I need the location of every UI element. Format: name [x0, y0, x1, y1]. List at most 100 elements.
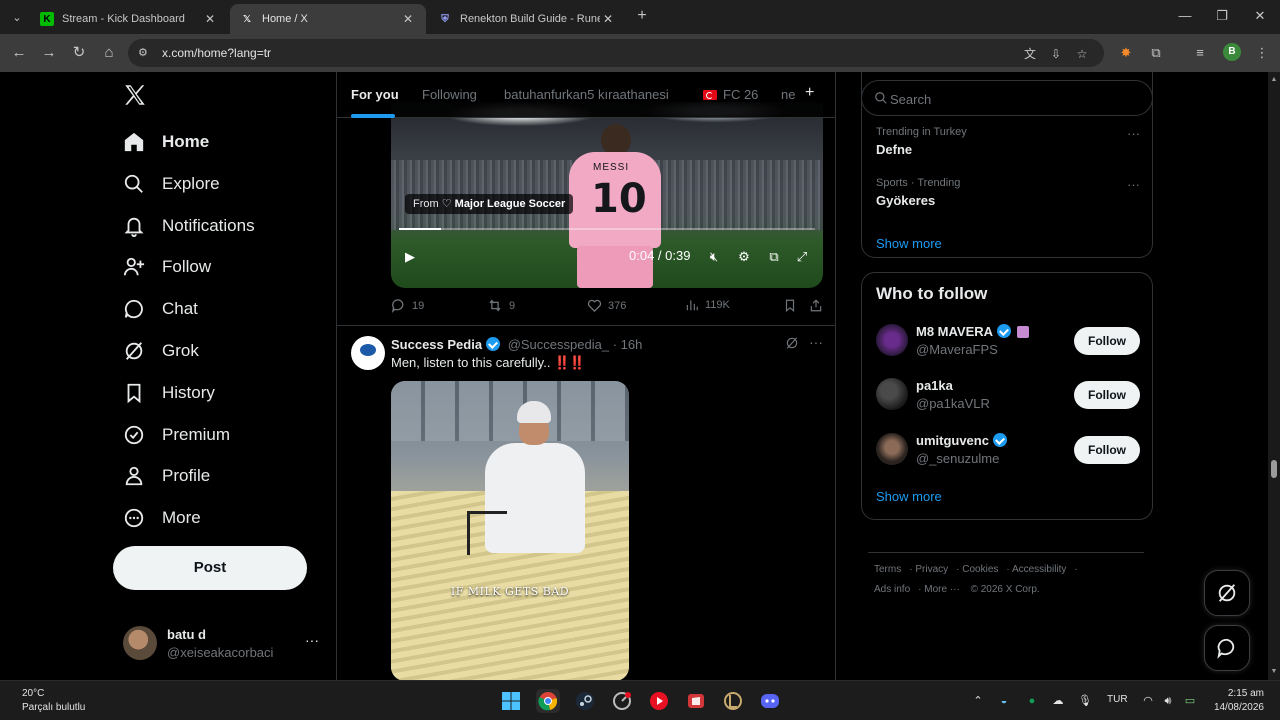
post-button[interactable]: Post [113, 546, 307, 590]
microphone-icon[interactable]: 🎙︎ [1077, 693, 1093, 709]
tab-for-you[interactable]: For you [351, 87, 399, 102]
minimize-button[interactable]: — [1170, 6, 1200, 26]
battery-icon[interactable]: ▭ [1182, 693, 1198, 709]
tab-fc26[interactable]: FC 26 [703, 87, 758, 102]
tweet-more-icon[interactable]: ··· [809, 334, 823, 350]
trend-item[interactable]: Trending in Turkey Defne ··· [876, 126, 1140, 157]
home-button[interactable]: ⌂ [98, 42, 120, 64]
play-icon[interactable]: ▶ [401, 248, 419, 266]
suggestion-name[interactable]: pa1ka [916, 378, 953, 393]
search-box[interactable] [861, 80, 1153, 116]
trend-more-icon[interactable]: ··· [1127, 177, 1140, 192]
trend-more-icon[interactable]: ··· [1127, 126, 1140, 141]
close-tab-icon[interactable]: ✕ [400, 12, 416, 26]
account-switcher[interactable]: batu d @xeiseakacorbaci ··· [123, 624, 333, 664]
tab-search-button[interactable]: ⌄ [6, 6, 28, 28]
grok-fab-button[interactable] [1204, 570, 1250, 616]
messages-fab-button[interactable] [1204, 625, 1250, 671]
reload-button[interactable]: ↻ [68, 42, 90, 64]
close-tab-icon[interactable]: ✕ [202, 12, 218, 26]
steam-tray-icon[interactable]: ◒ [996, 693, 1012, 709]
footer-link-more[interactable]: More ··· [924, 584, 960, 595]
follow-show-more-link[interactable]: Show more [876, 489, 942, 504]
bookmark-button[interactable] [783, 298, 803, 313]
follow-button[interactable]: Follow [1074, 381, 1140, 409]
footer-link-cookies[interactable]: Cookies [962, 564, 998, 575]
tweet-video[interactable]: MESSI 10 From ♡ Major League Soccer ▶ 0:… [391, 102, 823, 288]
address-bar[interactable]: ⚙ x.com/home?lang=tr 文 ⇩ ☆ [128, 39, 1104, 67]
volume-icon[interactable]: 🔊︎ [1160, 693, 1176, 709]
close-tab-icon[interactable]: ✕ [600, 12, 616, 26]
translate-icon[interactable]: 文 [1022, 46, 1038, 62]
bookmark-star-icon[interactable]: ☆ [1074, 46, 1090, 62]
forward-button[interactable]: → [38, 42, 60, 64]
taskbar-riot-client[interactable] [684, 689, 708, 713]
back-button[interactable]: ← [8, 42, 30, 64]
footer-link-privacy[interactable]: Privacy [915, 564, 948, 575]
weather-widget[interactable]: 20°C Parçalı bulutlu [22, 687, 85, 715]
tweet-author-name[interactable]: Success Pedia [391, 337, 482, 352]
share-button[interactable] [809, 298, 829, 313]
follow-button[interactable]: Follow [1074, 327, 1140, 355]
nav-history[interactable]: History [122, 373, 215, 413]
tab-following[interactable]: Following [422, 87, 477, 102]
trend-item[interactable]: Sports · Trending Gyökeres ··· [876, 177, 1140, 208]
avatar[interactable] [876, 324, 908, 356]
tab-list-kiraathanesi[interactable]: batuhanfurkan5 kıraathanesi [504, 87, 669, 102]
media-controls-icon[interactable]: ≡ [1190, 43, 1210, 63]
nav-notifications[interactable]: Notifications [122, 206, 255, 246]
tab-renekton-guide[interactable]: ⛨ Renekton Build Guide - Runes, I ✕ [428, 4, 626, 34]
suggestion-name-row[interactable]: umitguvenc [916, 433, 1011, 448]
nav-grok[interactable]: Grok [122, 331, 199, 371]
footer-link-accessibility[interactable]: Accessibility [1012, 564, 1066, 575]
picture-in-picture-icon[interactable]: ⧉ [765, 248, 783, 266]
taskbar-media-app[interactable] [647, 689, 671, 713]
video-progress-bar[interactable] [399, 228, 815, 230]
follow-button[interactable]: Follow [1074, 436, 1140, 464]
profile-avatar[interactable]: B [1223, 43, 1241, 61]
follow-suggestion[interactable]: umitguvenc @_senuzulme Follow [876, 430, 1140, 470]
nav-premium[interactable]: Premium [122, 415, 230, 455]
tweet-time[interactable]: 16h [621, 337, 643, 352]
nav-chat[interactable]: Chat [122, 289, 198, 329]
suggestion-name-row[interactable]: M8 MAVERA [916, 324, 1030, 339]
scroll-up-icon[interactable]: ▲ [1270, 76, 1278, 84]
install-app-icon[interactable]: ⇩ [1048, 46, 1064, 62]
scroll-down-icon[interactable]: ▼ [1270, 668, 1278, 676]
mute-icon[interactable]: 🔇︎ [705, 248, 723, 266]
browser-menu-icon[interactable]: ⋮ [1252, 43, 1272, 63]
tab-overflow[interactable]: ne [781, 87, 795, 102]
show-hidden-icons[interactable]: ⌃ [970, 693, 986, 709]
avatar[interactable] [351, 336, 385, 370]
scrollbar-thumb[interactable] [1271, 460, 1277, 478]
footer-link-terms[interactable]: Terms [874, 564, 901, 575]
tweet-author-handle[interactable]: @Successpedia_ [508, 337, 609, 352]
taskbar-league[interactable] [721, 689, 745, 713]
nav-home[interactable]: Home [122, 122, 209, 162]
follow-suggestion[interactable]: M8 MAVERA @MaveraFPS Follow [876, 321, 1140, 361]
close-window-button[interactable]: ✕ [1245, 6, 1275, 26]
nav-explore[interactable]: Explore [122, 164, 220, 204]
tab-kick-dashboard[interactable]: K Stream - Kick Dashboard ✕ [30, 4, 228, 34]
site-info-icon[interactable]: ⚙ [138, 46, 152, 60]
url-text[interactable]: x.com/home?lang=tr [162, 46, 271, 60]
tab-home-x[interactable]: 𝕏 Home / X ✕ [230, 4, 426, 34]
taskbar-chrome[interactable] [536, 689, 560, 713]
taskbar-steam[interactable] [573, 689, 597, 713]
nav-more[interactable]: More [122, 498, 201, 538]
system-clock[interactable]: 2:15 am 14/08/2026 [1212, 687, 1264, 715]
add-tab-icon[interactable]: + [805, 84, 814, 102]
x-logo-icon[interactable] [122, 82, 148, 108]
onedrive-icon[interactable]: ☁ [1050, 693, 1066, 709]
more-dots-icon[interactable]: ··· [305, 632, 319, 648]
reply-button[interactable]: 19 [391, 298, 424, 313]
avatar[interactable] [876, 378, 908, 410]
wifi-icon[interactable]: ◠ [1140, 693, 1156, 709]
follow-suggestion[interactable]: pa1ka @pa1kaVLR Follow [876, 375, 1140, 415]
footer-link-ads-info[interactable]: Ads info [874, 584, 910, 595]
settings-gear-icon[interactable]: ⚙ [735, 248, 753, 266]
nav-follow[interactable]: Follow [122, 247, 211, 287]
like-button[interactable]: 376 [587, 298, 626, 313]
tweet[interactable]: Success Pedia @Successpedia_ · 16h ··· M… [337, 326, 835, 680]
restore-button[interactable]: ❐ [1207, 6, 1237, 26]
